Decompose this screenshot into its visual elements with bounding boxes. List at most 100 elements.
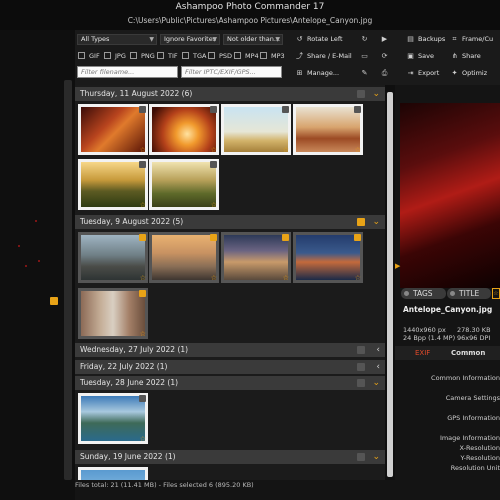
favorite-star-icon[interactable]: ☆ <box>211 274 217 282</box>
folder-checkbox[interactable] <box>50 297 58 305</box>
export-button[interactable]: ⇥ Export <box>406 68 440 79</box>
chevron-down-icon[interactable]: ⌄ <box>372 450 380 464</box>
favorite-star-icon[interactable]: ☆ <box>355 274 361 282</box>
photo-thumbnail[interactable]: ☆ <box>149 159 219 210</box>
filetype-gif-checkbox[interactable]: GIF <box>78 52 100 61</box>
sync-button[interactable]: ⟳ <box>380 51 392 62</box>
thumbnail-checkbox[interactable] <box>139 395 146 402</box>
tab-exif[interactable]: EXIF <box>415 347 430 360</box>
photo-thumbnail[interactable]: ☆ <box>149 232 219 283</box>
photo-thumbnail[interactable]: ☆ <box>293 104 363 155</box>
filetype-tga-checkbox[interactable]: TGA <box>182 52 206 61</box>
group-checkbox[interactable] <box>357 218 365 226</box>
date-group-header[interactable]: Tuesday, 28 June 2022 (1) ⌄ <box>75 376 385 390</box>
chevron-down-icon[interactable]: ⌄ <box>372 215 380 229</box>
filename-filter-input[interactable]: Filter filename... <box>77 66 178 78</box>
photo-thumbnail[interactable]: ☆ <box>293 232 363 283</box>
iptc-filter-input[interactable]: Filter IPTC/EXIF/GPS... <box>181 66 282 78</box>
share-email-button[interactable]: ⤴ Share / E-Mail <box>295 51 352 62</box>
backups-button[interactable]: ▤ Backups <box>406 34 445 45</box>
scrollbar-thumb[interactable] <box>387 92 393 477</box>
thumbnail-checkbox[interactable] <box>210 161 217 168</box>
optimize-button[interactable]: ✦ Optimiz <box>450 68 488 79</box>
image-preview[interactable] <box>400 103 500 288</box>
favorite-star-icon[interactable]: ☆ <box>140 201 146 209</box>
photo-thumbnail[interactable]: ☆ <box>78 232 148 283</box>
favorite-star-icon[interactable]: ☆ <box>283 146 289 154</box>
photo-thumbnail[interactable]: ☆ <box>149 104 219 155</box>
group-checkbox[interactable] <box>357 363 365 371</box>
thumbnail-checkbox[interactable] <box>282 234 289 241</box>
filetype-mp4-checkbox[interactable]: MP4 <box>234 52 259 61</box>
share-icon: ⤴ <box>296 52 303 60</box>
chevron-left-icon[interactable]: ‹ <box>376 360 380 374</box>
rotate-left-button[interactable]: ↺ Rotate Left <box>295 34 343 45</box>
photo-thumbnail[interactable]: ☆ <box>221 104 291 155</box>
rotate-right-button[interactable]: ↻ <box>360 34 372 45</box>
manage-button[interactable]: ⊞ Manage... <box>295 68 339 79</box>
chevron-down-icon[interactable]: ⌄ <box>372 87 380 101</box>
thumbnail-checkbox[interactable] <box>139 161 146 168</box>
age-filter-select[interactable]: Not older than... ▼ <box>223 34 283 45</box>
date-group-header[interactable]: Wednesday, 27 July 2022 (1) ‹ <box>75 343 385 357</box>
group-checkbox[interactable] <box>357 90 365 98</box>
favorites-filter-select[interactable]: Ignore Favorites ▼ <box>160 34 220 45</box>
thumbnail-checkbox[interactable] <box>354 234 361 241</box>
favorite-star-icon[interactable]: ☆ <box>211 201 217 209</box>
favorite-star-icon[interactable]: ☆ <box>140 435 146 443</box>
chevron-left-icon[interactable]: ‹ <box>376 343 380 357</box>
date-group-header[interactable]: Sunday, 19 June 2022 (1) ⌄ <box>75 450 385 464</box>
thumbnail-checkbox[interactable] <box>139 106 146 113</box>
photo-thumbnail[interactable]: ☆ <box>78 104 148 155</box>
rating-star-icon[interactable]: ☆ <box>492 288 500 299</box>
thumbnail-checkbox[interactable] <box>354 106 361 113</box>
filetype-png-checkbox[interactable]: PNG <box>130 52 155 61</box>
info-gps-information[interactable]: GPS Information <box>447 414 500 422</box>
filetype-jpg-checkbox[interactable]: JPG <box>104 52 126 61</box>
photo-thumbnail[interactable]: ☆ <box>78 159 148 210</box>
group-checkbox[interactable] <box>357 453 365 461</box>
tags-button[interactable]: TAGS <box>401 288 446 299</box>
date-group-header[interactable]: Thursday, 11 August 2022 (6) ⌄ <box>75 87 385 101</box>
info-camera-settings[interactable]: Camera Settings <box>446 394 500 402</box>
thumbnail-checkbox[interactable] <box>139 234 146 241</box>
info-common-information[interactable]: Common Information <box>431 374 500 382</box>
filetype-tif-checkbox[interactable]: TIF <box>157 52 178 61</box>
filetype-psd-checkbox[interactable]: PSD <box>208 52 232 61</box>
photo-thumbnail[interactable]: ☆ <box>78 288 148 339</box>
favorite-star-icon[interactable]: ☆ <box>283 274 289 282</box>
info-y-resolution: Y-Resolution <box>460 454 500 462</box>
edit-button[interactable]: ✎ <box>360 68 372 79</box>
date-group-header[interactable]: Friday, 22 July 2022 (1) ‹ <box>75 360 385 374</box>
thumbnail-checkbox[interactable] <box>210 234 217 241</box>
type-filter-select[interactable]: All Types ▼ <box>77 34 157 45</box>
thumbnail-checkbox[interactable] <box>282 106 289 113</box>
share-button[interactable]: ⋔ Share <box>450 51 481 62</box>
save-button[interactable]: ▣ Save <box>406 51 434 62</box>
photo-thumbnail[interactable] <box>78 467 148 480</box>
frame-cut-button[interactable]: ⌗ Frame/Cu <box>450 34 494 45</box>
print-button[interactable]: ⎙ <box>380 68 392 79</box>
title-button[interactable]: TITLE <box>447 288 491 299</box>
thumbnail-checkbox[interactable] <box>139 290 146 297</box>
filetype-mp3-checkbox[interactable]: MP3 <box>260 52 285 61</box>
slideshow-button[interactable]: ▶ <box>380 34 392 45</box>
date-group-header[interactable]: Tuesday, 9 August 2022 (5) ⌄ <box>75 215 385 229</box>
document-button[interactable]: ▭ <box>360 51 372 62</box>
favorite-star-icon[interactable]: ☆ <box>140 330 146 338</box>
chevron-down-icon[interactable]: ⌄ <box>372 376 380 390</box>
group-checkbox[interactable] <box>357 346 365 354</box>
favorite-star-icon[interactable]: ☆ <box>140 146 146 154</box>
favorite-star-icon[interactable]: ☆ <box>355 146 361 154</box>
folder-scrollbar[interactable] <box>64 80 72 480</box>
info-resolution-unit: Resolution Unit <box>450 464 500 472</box>
favorite-star-icon[interactable]: ☆ <box>140 274 146 282</box>
photo-thumbnail[interactable]: ☆ <box>221 232 291 283</box>
thumbnail-checkbox[interactable] <box>210 106 217 113</box>
info-image-information[interactable]: Image Information <box>440 434 500 442</box>
tab-common[interactable]: Common <box>451 347 485 360</box>
favorite-star-icon[interactable]: ☆ <box>211 146 217 154</box>
chevron-right-icon[interactable]: ▶ <box>395 262 400 270</box>
group-checkbox[interactable] <box>357 379 365 387</box>
photo-thumbnail[interactable]: ☆ <box>78 393 148 444</box>
